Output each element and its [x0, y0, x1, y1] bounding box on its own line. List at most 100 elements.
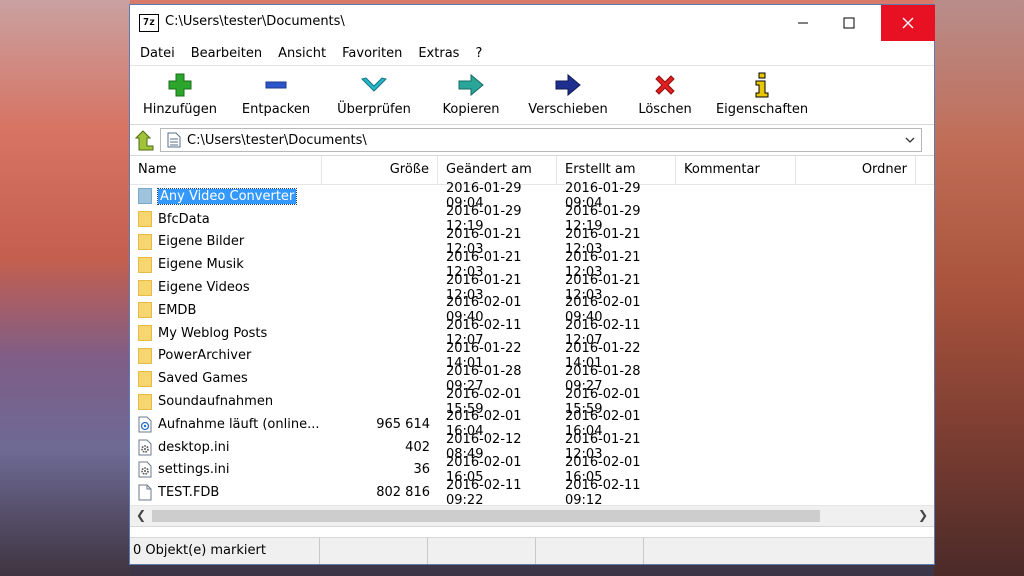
minimize-icon — [798, 22, 808, 24]
desktop-wallpaper-right — [934, 0, 1024, 576]
desktop-wallpaper-left — [0, 0, 130, 576]
maximize-icon — [843, 17, 855, 29]
path-combobox[interactable]: C:\Users\tester\Documents\ — [160, 128, 922, 152]
delete-icon — [655, 75, 675, 95]
menu-help[interactable]: ? — [467, 46, 490, 61]
status-segment-2 — [320, 538, 428, 564]
column-folder[interactable]: Ordner — [796, 156, 916, 184]
file-name: Eigene Bilder — [158, 234, 245, 250]
minimize-button[interactable] — [780, 5, 826, 41]
file-name: Eigene Musik — [158, 257, 244, 273]
column-size[interactable]: Größe — [322, 156, 438, 184]
folder-icon — [138, 279, 152, 296]
file-name: Soundaufnahmen — [158, 394, 274, 410]
column-modified[interactable]: Geändert am — [438, 156, 557, 184]
column-name[interactable]: Name — [130, 156, 322, 184]
close-button[interactable] — [881, 5, 935, 41]
properties-button[interactable]: Eigenschaften — [712, 66, 812, 120]
file-rows: Any Video Converter 2016-01-29 09:04 2016-… — [130, 181, 934, 508]
scroll-left-icon[interactable]: ❮ — [136, 508, 146, 522]
folder-icon — [138, 256, 152, 273]
file-name: EMDB — [158, 302, 197, 318]
folder-icon — [138, 233, 152, 250]
file-created: 2016-02-11 09:12 — [565, 477, 641, 508]
file-size: 402 — [405, 439, 430, 455]
address-bar: C:\Users\tester\Documents\ — [130, 125, 934, 156]
add-button[interactable]: Hinzufügen — [132, 66, 228, 120]
folder-icon — [138, 347, 152, 364]
move-icon — [555, 73, 581, 97]
file-list[interactable]: Name Größe Geändert am Erstellt am Komme… — [130, 156, 934, 527]
folder-up-icon — [135, 130, 154, 151]
chevron-down-icon — [905, 137, 915, 143]
title-bar[interactable]: 7z C:\Users\tester\Documents\ — [130, 5, 935, 41]
selection-status: 0 Objekt(e) markiert — [130, 538, 320, 564]
folder-icon — [138, 302, 152, 319]
file-manager-window: 7z C:\Users\tester\Documents\ Datei Bear… — [129, 4, 935, 565]
horizontal-scrollbar[interactable]: ❮ ❯ — [130, 505, 934, 526]
menu-bearbeiten[interactable]: Bearbeiten — [183, 46, 270, 61]
maximize-button[interactable] — [826, 5, 872, 41]
status-segment-3 — [428, 538, 536, 564]
media-file-icon — [138, 416, 152, 433]
extract-button[interactable]: Entpacken — [228, 66, 324, 120]
file-icon — [138, 484, 152, 501]
menu-ansicht[interactable]: Ansicht — [270, 46, 334, 61]
copy-icon — [458, 73, 484, 97]
folder-icon — [138, 393, 152, 410]
close-icon — [902, 17, 914, 29]
test-label: Überprüfen — [337, 102, 411, 117]
file-name: My Weblog Posts — [158, 325, 268, 341]
window-title: C:\Users\tester\Documents\ — [165, 14, 345, 29]
column-comment[interactable]: Kommentar — [676, 156, 796, 184]
menu-bar: Datei Bearbeiten Ansicht Favoriten Extra… — [130, 41, 934, 65]
file-name: Saved Games — [158, 371, 248, 387]
info-icon — [755, 72, 769, 98]
file-name: PowerArchiver — [158, 348, 252, 364]
move-label: Verschieben — [528, 102, 608, 117]
document-icon — [167, 132, 181, 148]
extract-icon — [265, 81, 287, 89]
table-row[interactable]: TEST.FDB 802 816 2016-02-11 09:22 2016-02-1… — [130, 478, 934, 508]
file-size: 965 614 — [376, 416, 430, 432]
file-name: Any Video Converter — [156, 187, 298, 205]
folder-icon — [138, 188, 152, 205]
scrollbar-thumb[interactable] — [152, 510, 820, 522]
folder-icon — [138, 211, 152, 228]
menu-extras[interactable]: Extras — [410, 46, 467, 61]
properties-label: Eigenschaften — [715, 102, 809, 117]
menu-favoriten[interactable]: Favoriten — [334, 46, 410, 61]
add-label: Hinzufügen — [143, 102, 217, 117]
column-created[interactable]: Erstellt am — [557, 156, 676, 184]
copy-label: Kopieren — [442, 102, 500, 117]
file-modified: 2016-02-11 09:22 — [446, 477, 522, 508]
settings-file-icon — [138, 461, 152, 478]
folder-icon — [138, 370, 152, 387]
test-icon — [361, 77, 387, 92]
file-name: Aufnahme läuft (online... — [158, 416, 320, 432]
toolbar: Hinzufügen Entpacken Überprüfen Kopieren… — [130, 65, 934, 125]
file-name: BfcData — [158, 211, 210, 227]
extract-label: Entpacken — [241, 102, 311, 117]
up-folder-button[interactable] — [130, 126, 160, 154]
status-segment-4 — [536, 538, 644, 564]
test-button[interactable]: Überprüfen — [324, 66, 424, 120]
copy-button[interactable]: Kopieren — [424, 66, 518, 120]
file-name: desktop.ini — [158, 439, 230, 455]
delete-button[interactable]: Löschen — [618, 66, 712, 120]
add-icon — [168, 73, 192, 97]
file-size: 36 — [413, 462, 430, 478]
folder-icon — [138, 325, 152, 342]
path-text: C:\Users\tester\Documents\ — [187, 132, 367, 148]
delete-label: Löschen — [638, 102, 692, 117]
file-name: settings.ini — [158, 462, 230, 478]
file-size: 802 816 — [376, 485, 430, 501]
settings-file-icon — [138, 439, 152, 456]
file-name: TEST.FDB — [158, 485, 220, 501]
file-name: Eigene Videos — [158, 280, 250, 296]
move-button[interactable]: Verschieben — [518, 66, 618, 120]
app-icon: 7z — [139, 14, 159, 32]
menu-datei[interactable]: Datei — [132, 46, 183, 61]
scroll-right-icon[interactable]: ❯ — [918, 508, 928, 522]
status-bar: 0 Objekt(e) markiert — [130, 537, 934, 564]
